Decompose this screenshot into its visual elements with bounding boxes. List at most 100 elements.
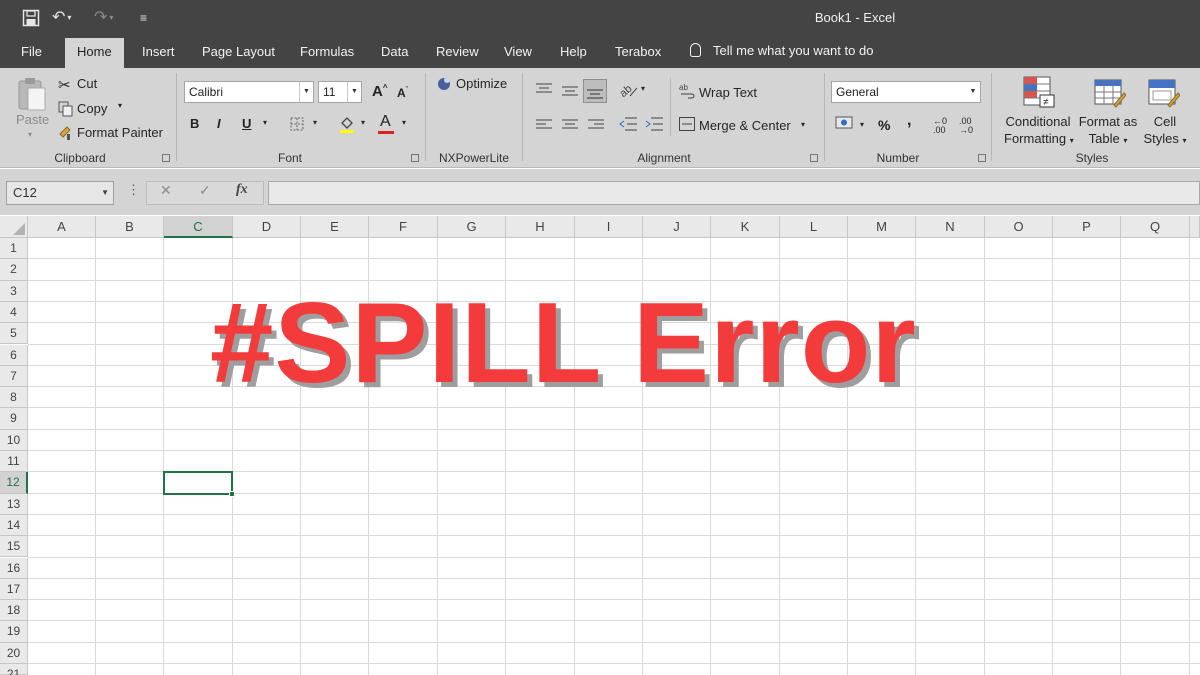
column-header-g[interactable]: G — [438, 216, 506, 238]
fill-color-icon[interactable] — [338, 114, 356, 134]
cut-button[interactable]: Cut — [77, 76, 97, 91]
tab-view[interactable]: View — [504, 44, 532, 59]
tell-me-search[interactable]: Tell me what you want to do — [690, 43, 873, 58]
bold-button[interactable]: B — [190, 116, 199, 131]
row-header-16[interactable]: 16 — [0, 557, 28, 579]
comma-style-button[interactable]: , — [907, 112, 911, 130]
orientation-icon[interactable]: ab — [618, 80, 638, 98]
tab-file[interactable]: File — [21, 44, 42, 59]
cancel-icon[interactable]: ✕ — [160, 182, 172, 199]
tab-review[interactable]: Review — [436, 44, 479, 59]
row-header-9[interactable]: 9 — [0, 408, 28, 430]
column-header-n[interactable]: N — [916, 216, 985, 238]
optimize-button[interactable]: Optimize — [456, 76, 507, 91]
column-header-q[interactable]: Q — [1121, 216, 1190, 238]
shrink-font-button[interactable]: Aˇ — [397, 86, 408, 100]
percent-style-button[interactable]: % — [878, 117, 890, 133]
column-header-d[interactable]: D — [233, 216, 301, 238]
row-header-10[interactable]: 10 — [0, 429, 28, 451]
tab-home[interactable]: Home — [65, 38, 124, 68]
orientation-dropdown-icon[interactable]: ▾ — [641, 84, 645, 93]
column-header-c[interactable]: C — [164, 216, 233, 238]
tab-terabox[interactable]: Terabox — [615, 44, 661, 59]
select-all-button[interactable] — [0, 216, 28, 238]
row-header-5[interactable]: 5 — [0, 323, 28, 345]
column-header-j[interactable]: J — [643, 216, 711, 238]
column-header-p[interactable]: P — [1053, 216, 1121, 238]
row-header-14[interactable]: 14 — [0, 514, 28, 537]
number-format-select[interactable]: General ▼ — [831, 81, 981, 103]
row-header-2[interactable]: 2 — [0, 259, 28, 281]
column-header-k[interactable]: K — [711, 216, 780, 238]
decrease-decimal-button[interactable]: .00 →0 — [959, 117, 973, 135]
row-header-4[interactable]: 4 — [0, 301, 28, 324]
increase-indent-icon[interactable] — [645, 117, 663, 131]
paste-dropdown-icon[interactable]: ▾ — [28, 130, 32, 139]
decrease-indent-icon[interactable] — [619, 117, 637, 131]
underline-dropdown-icon[interactable]: ▾ — [263, 118, 267, 127]
row-header-20[interactable]: 20 — [0, 642, 28, 664]
redo-button[interactable]: ↷ ▾ — [94, 7, 113, 29]
column-header-f[interactable]: F — [369, 216, 438, 238]
font-color-dropdown-icon[interactable]: ▾ — [402, 118, 406, 127]
column-header-i[interactable]: I — [575, 216, 643, 238]
more-options-icon[interactable]: ⋮ — [127, 182, 140, 198]
row-header-8[interactable]: 8 — [0, 387, 28, 409]
accounting-dropdown-icon[interactable]: ▾ — [860, 120, 864, 129]
row-header-21[interactable]: 21 — [0, 664, 28, 675]
tab-page-layout[interactable]: Page Layout — [202, 44, 275, 59]
align-bottom-button[interactable] — [583, 79, 607, 103]
row-header-13[interactable]: 13 — [0, 493, 28, 515]
column-header-a[interactable]: A — [28, 216, 96, 238]
paste-label[interactable]: Paste — [16, 112, 49, 127]
tab-data[interactable]: Data — [381, 44, 408, 59]
wrap-text-button[interactable]: Wrap Text — [699, 85, 757, 100]
copy-dropdown-icon[interactable]: ▾ — [118, 101, 122, 110]
row-header-12[interactable]: 12 — [0, 472, 28, 494]
row-header-11[interactable]: 11 — [0, 451, 28, 473]
row-header-17[interactable]: 17 — [0, 578, 28, 601]
row-header-19[interactable]: 19 — [0, 621, 28, 643]
format-as-table-button[interactable]: Format as Table ▾ — [1078, 113, 1138, 149]
align-right-icon[interactable] — [588, 119, 604, 131]
increase-decimal-button[interactable]: ←0.00 — [933, 117, 947, 135]
align-top-icon[interactable] — [536, 83, 552, 95]
fill-color-dropdown-icon[interactable]: ▾ — [361, 118, 365, 127]
align-center-icon[interactable] — [562, 119, 578, 131]
column-header-o[interactable]: O — [985, 216, 1053, 238]
borders-dropdown-icon[interactable]: ▾ — [313, 118, 317, 127]
row-header-6[interactable]: 6 — [0, 344, 28, 366]
save-icon[interactable] — [22, 7, 40, 29]
paste-icon[interactable] — [16, 76, 48, 112]
borders-icon[interactable] — [290, 117, 304, 131]
column-header-h[interactable]: H — [506, 216, 575, 238]
cell-styles-button[interactable]: Cell Styles ▾ — [1140, 113, 1190, 149]
accounting-format-icon[interactable] — [835, 115, 855, 131]
conditional-formatting-button[interactable]: Conditional Formatting ▾ — [1004, 113, 1074, 149]
format-painter-button[interactable]: Format Painter — [77, 125, 163, 140]
clipboard-launcher-icon[interactable] — [162, 154, 170, 162]
enter-icon[interactable]: ✓ — [199, 182, 211, 199]
italic-button[interactable]: I — [217, 116, 221, 131]
tab-formulas[interactable]: Formulas — [300, 44, 354, 59]
number-launcher-icon[interactable] — [978, 154, 986, 162]
font-name-select[interactable]: Calibri ▼ — [184, 81, 314, 103]
alignment-launcher-icon[interactable] — [810, 154, 818, 162]
column-header-m[interactable]: M — [848, 216, 916, 238]
column-header-b[interactable]: B — [96, 216, 164, 238]
row-header-1[interactable]: 1 — [0, 238, 28, 260]
row-header-18[interactable]: 18 — [0, 600, 28, 622]
merge-center-button[interactable]: Merge & Center — [699, 118, 791, 133]
active-cell-c12[interactable] — [163, 471, 233, 495]
row-header-3[interactable]: 3 — [0, 280, 28, 302]
merge-dropdown-icon[interactable]: ▾ — [801, 120, 805, 129]
copy-button[interactable]: Copy — [77, 101, 107, 116]
tab-help[interactable]: Help — [560, 44, 587, 59]
customize-qat-icon[interactable]: ≡ — [140, 7, 147, 29]
formula-input[interactable] — [268, 181, 1200, 205]
column-header-e[interactable]: E — [301, 216, 369, 238]
row-header-15[interactable]: 15 — [0, 536, 28, 558]
row-header-7[interactable]: 7 — [0, 365, 28, 388]
underline-button[interactable]: U — [242, 116, 251, 131]
align-middle-icon[interactable] — [562, 85, 578, 97]
